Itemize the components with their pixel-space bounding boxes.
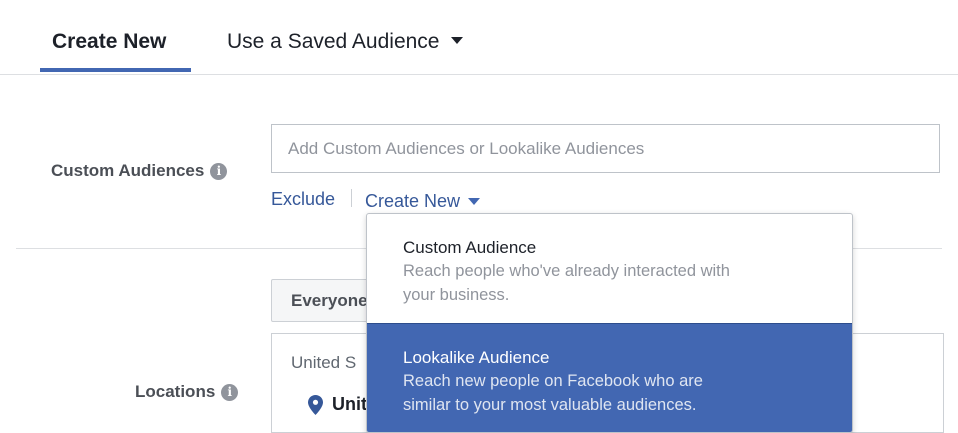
menu-item-description: Reach people who've already interacted w…: [403, 262, 730, 280]
chevron-down-icon: [468, 197, 481, 205]
custom-audiences-input[interactable]: [272, 125, 939, 172]
tab-saved-label: Use a Saved Audience: [227, 30, 440, 53]
locations-label-group: Locations i: [135, 382, 239, 402]
menu-item-title: Custom Audience: [403, 238, 537, 257]
create-new-dropdown-menu: Custom Audience Reach people who've alre…: [366, 213, 853, 433]
location-pin-icon: [308, 395, 323, 415]
audience-tabs: Create New Use a Saved Audience: [0, 0, 958, 75]
custom-audiences-label: Custom Audiences: [51, 161, 205, 180]
info-icon[interactable]: i: [221, 384, 239, 401]
menu-item-description: your business.: [403, 286, 510, 304]
menu-item-description: similar to your most valuable audiences.: [403, 396, 697, 414]
menu-item-title: Lookalike Audience: [403, 348, 550, 367]
locations-label: Locations: [135, 382, 216, 401]
chevron-down-icon: [451, 37, 464, 45]
menu-item-custom-audience[interactable]: Custom Audience Reach people who've alre…: [367, 214, 852, 323]
info-icon[interactable]: i: [210, 163, 228, 180]
exclude-link[interactable]: Exclude: [271, 189, 335, 210]
menu-item-description: Reach new people on Facebook who are: [403, 372, 703, 390]
link-separator: [351, 189, 352, 207]
location-item: Unit: [332, 394, 367, 414]
custom-audiences-label-group: Custom Audiences i: [51, 161, 228, 181]
tab-create-new[interactable]: Create New: [52, 30, 166, 54]
create-new-dropdown-button[interactable]: Create New: [365, 191, 481, 212]
location-country-group: United S: [291, 353, 357, 372]
create-new-label: Create New: [365, 191, 461, 211]
active-tab-indicator: [40, 68, 191, 72]
tab-use-saved-audience[interactable]: Use a Saved Audience: [227, 30, 464, 54]
custom-audiences-field[interactable]: [271, 124, 940, 173]
menu-item-lookalike-audience[interactable]: Lookalike Audience Reach new people on F…: [367, 323, 852, 432]
